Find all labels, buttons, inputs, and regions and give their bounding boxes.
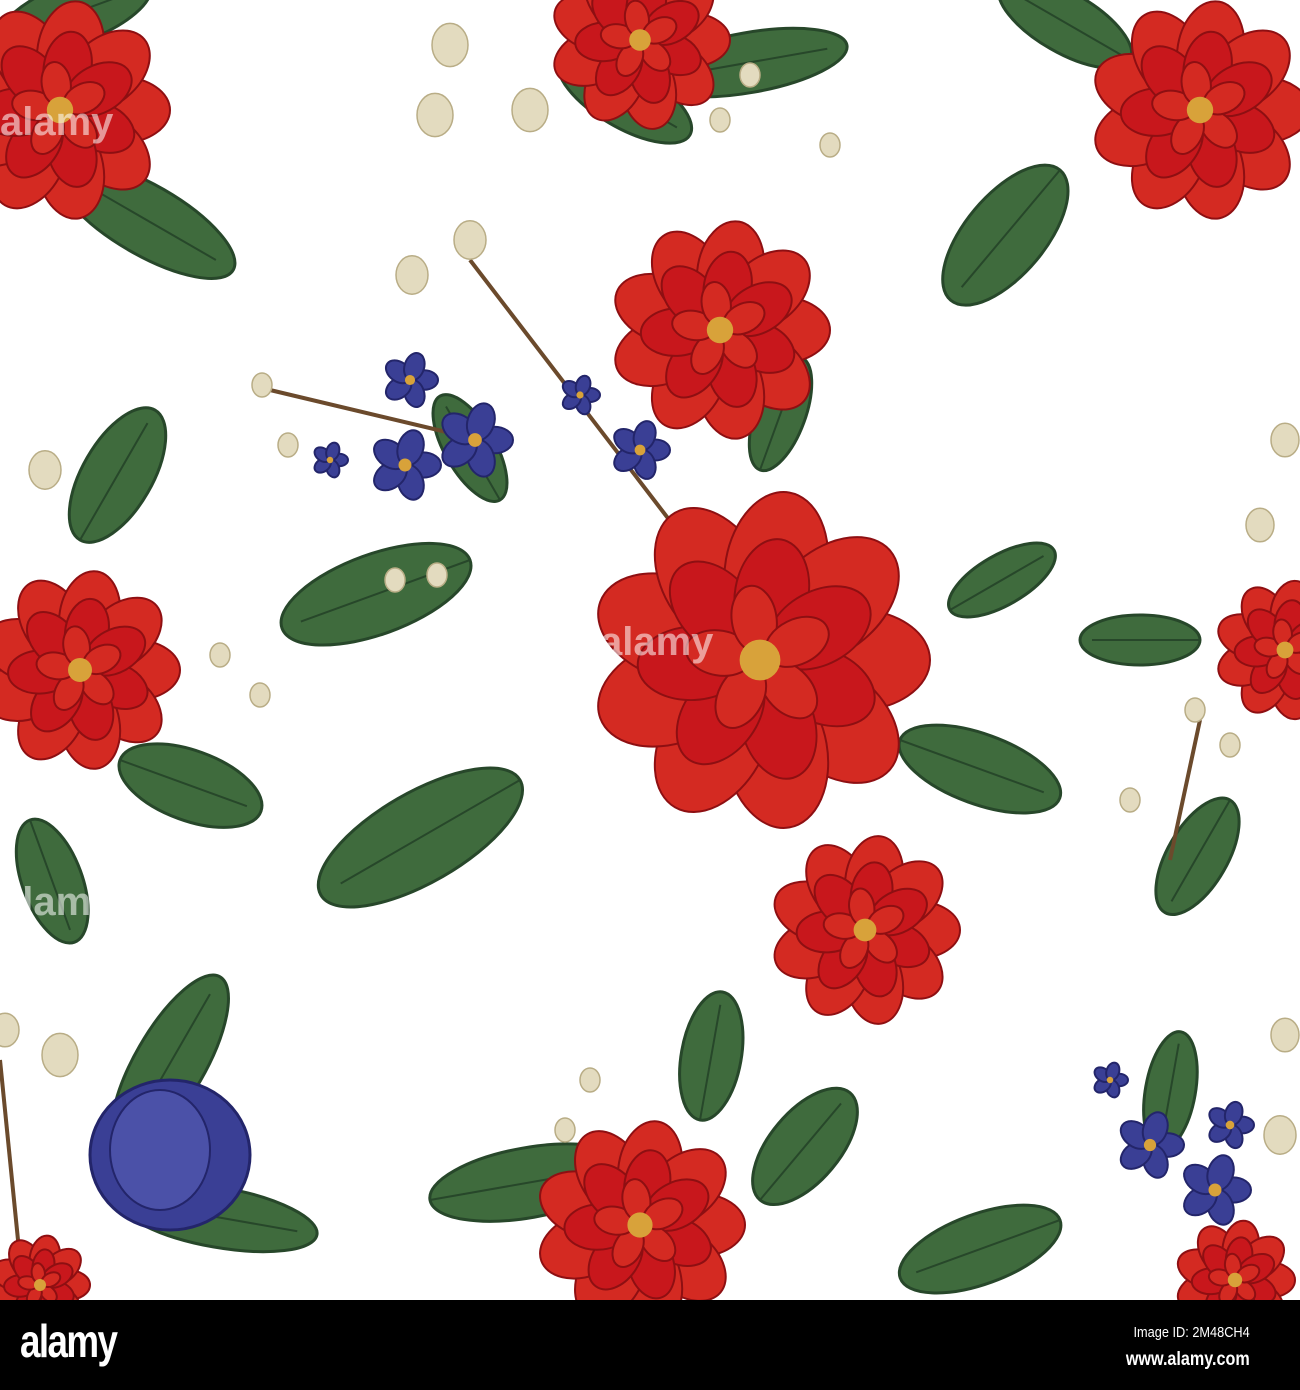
bud	[1219, 732, 1241, 758]
bud	[1270, 1017, 1300, 1053]
bud	[249, 682, 271, 708]
bud	[0, 1012, 20, 1048]
peony-center	[1186, 96, 1214, 124]
bud	[28, 450, 62, 490]
bud	[416, 92, 454, 138]
bud	[251, 372, 273, 398]
alamy-logo: alamy	[20, 1315, 118, 1367]
blue-tulip-petal	[109, 1089, 211, 1211]
blue-flower-center	[1208, 1183, 1222, 1197]
bud	[431, 22, 469, 68]
blue-flower-center	[634, 444, 646, 456]
bud	[1270, 422, 1300, 458]
bud	[453, 220, 487, 260]
peony-center	[46, 96, 74, 124]
bud	[384, 567, 406, 593]
bud	[579, 1067, 601, 1093]
bud	[1184, 697, 1206, 723]
peony-center	[629, 29, 651, 51]
peony-center	[34, 1279, 46, 1291]
stem	[0, 1059, 22, 1261]
blue-flower-center	[1225, 1120, 1235, 1130]
site-url[interactable]: www.alamy.com	[1126, 1349, 1250, 1371]
bud	[41, 1032, 79, 1078]
blue-flower-center	[1143, 1138, 1157, 1152]
blue-flower-center	[326, 456, 334, 464]
peony-center	[739, 639, 781, 681]
floral-pattern-artwork	[0, 0, 1300, 1300]
bud	[819, 132, 841, 158]
blue-flower-center	[1106, 1076, 1114, 1084]
blue-flower-center	[398, 458, 412, 472]
peony-center	[853, 918, 877, 942]
bud	[209, 642, 231, 668]
bud	[709, 107, 731, 133]
bud	[395, 255, 429, 295]
bud	[1119, 787, 1141, 813]
bud	[426, 562, 448, 588]
blue-flower-center	[468, 433, 482, 447]
peony-center	[627, 1212, 653, 1238]
footer-bar: alamy Image ID: 2M48CH4 www.alamy.com	[0, 1300, 1300, 1390]
bud	[1245, 507, 1275, 543]
leaf	[897, 1203, 1063, 1295]
peony-center	[1276, 641, 1294, 659]
bud	[554, 1117, 576, 1143]
bud	[277, 432, 299, 458]
blue-flower-center	[576, 391, 584, 399]
image-meta: Image ID: 2M48CH4 www.alamy.com	[1126, 1324, 1250, 1371]
image-id: Image ID: 2M48CH4	[1133, 1324, 1250, 1341]
bud	[739, 62, 761, 88]
bud	[1263, 1115, 1297, 1155]
peony-center	[1227, 1272, 1243, 1288]
blue-flower-center	[404, 374, 416, 386]
peony-center	[706, 316, 734, 344]
peony-center	[68, 658, 92, 682]
bud	[511, 87, 549, 133]
